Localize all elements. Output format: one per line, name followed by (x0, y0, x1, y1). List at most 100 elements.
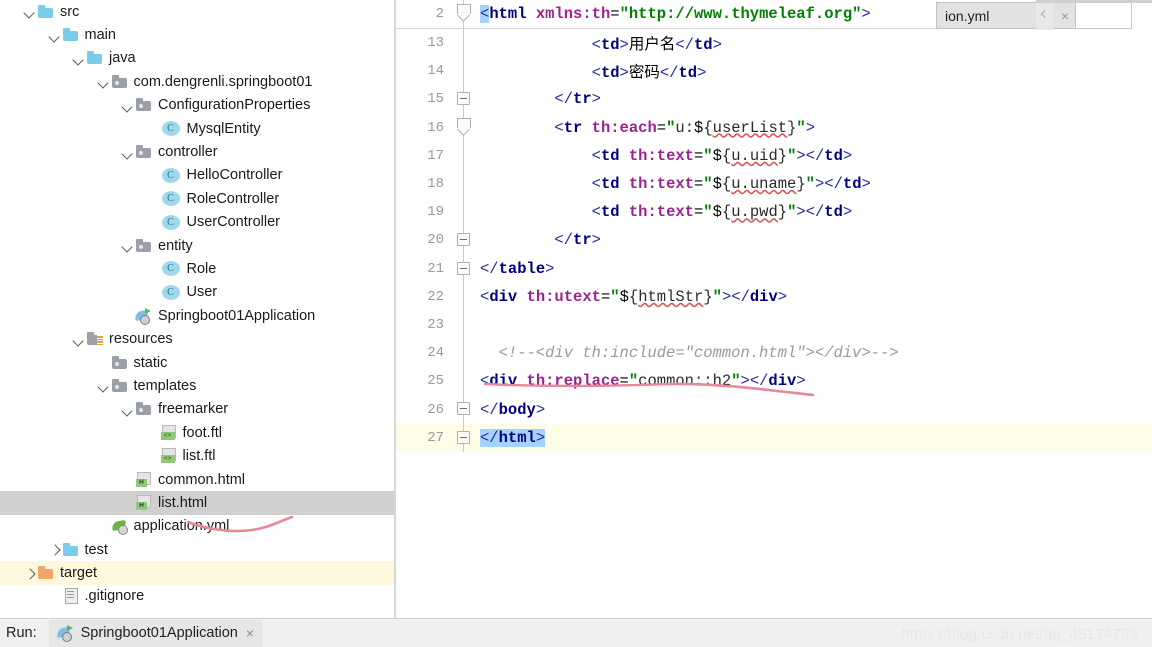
code-line-text[interactable]: <td>用户名</td> (480, 32, 722, 54)
code-line[interactable]: 14 <td>密码</td> (396, 57, 1152, 86)
code-line-text[interactable]: <div th:utext="${htmlStr}"></div> (480, 288, 787, 306)
code-line[interactable]: 17 <td th:text="${u.uid}"></td> (396, 141, 1152, 170)
code-line-text[interactable]: <td th:text="${u.uid}"></td> (480, 147, 853, 165)
tree-item-configurationproperties[interactable]: ConfigurationProperties (0, 94, 396, 117)
tree-item-static[interactable]: static (0, 351, 396, 374)
tree-item-target[interactable]: target (0, 561, 396, 585)
tree-item-templates[interactable]: templates (0, 374, 396, 397)
run-configuration-tab[interactable]: Springboot01Application × (48, 619, 263, 647)
chevron-down-icon[interactable] (120, 94, 135, 117)
code-line-text[interactable]: </body> (480, 401, 545, 419)
fold-collapse-icon[interactable] (457, 233, 470, 247)
code-line[interactable]: 25 <div th:replace="common::h2"></div> (396, 367, 1152, 396)
fold-gutter[interactable] (456, 57, 472, 86)
code-line[interactable]: 18 <td th:text="${u.uname}"></td> (396, 169, 1152, 199)
code-line[interactable]: 27 </html> (396, 423, 1152, 452)
tree-item-java[interactable]: java (0, 47, 396, 70)
folder-icon (37, 3, 55, 21)
tree-item-springboot01application[interactable]: Springboot01Application (0, 304, 396, 327)
chevron-left-icon[interactable] (1036, 0, 1054, 30)
chevron-right-icon[interactable] (22, 562, 37, 585)
code-line-text[interactable]: </tr> (480, 231, 601, 249)
fold-arrow-icon[interactable] (457, 4, 471, 17)
tree-item-main[interactable]: main (0, 23, 396, 46)
fold-arrow-icon[interactable] (457, 117, 471, 131)
tree-item-controller[interactable]: controller (0, 140, 396, 163)
code-line-text[interactable]: </table> (480, 260, 554, 278)
chevron-down-icon[interactable] (120, 398, 135, 421)
code-line-text[interactable]: </html> (480, 428, 546, 447)
chevron-down-icon[interactable] (120, 141, 135, 164)
chevron-down-icon[interactable] (96, 374, 111, 397)
fold-gutter[interactable] (456, 169, 472, 199)
code-line[interactable]: 26 </body> (396, 395, 1152, 424)
code-line-text[interactable]: <html xmlns:th="http://www.thymeleaf.org… (480, 5, 871, 23)
tree-item-user[interactable]: C User (0, 281, 396, 304)
tree-item-application-yml[interactable]: application.yml (0, 515, 396, 538)
code-line[interactable]: 16 <tr th:each="u:${userList}"> (396, 113, 1152, 142)
code-line[interactable]: 13 <td>用户名</td> (396, 29, 1152, 58)
code-line[interactable]: 20 </tr> (396, 226, 1152, 255)
code-line-text[interactable]: <!--<div th:include="common.html"></div>… (480, 344, 899, 362)
editor-tab-application-yml[interactable]: ion.yml × (936, 2, 1076, 29)
fold-collapse-icon[interactable] (457, 261, 470, 275)
chevron-right-icon[interactable] (47, 538, 62, 561)
project-tree[interactable]: src main java com.dengrenli.springboot01 Con… (0, 0, 396, 618)
code-line[interactable]: 23 (396, 310, 1152, 340)
tree-item-list-html[interactable]: Hlist.html (0, 491, 396, 515)
fold-gutter[interactable] (456, 113, 472, 142)
fold-collapse-icon[interactable] (457, 92, 470, 106)
code-line[interactable]: 22 <div th:utext="${htmlStr}"></div> (396, 282, 1152, 311)
tree-item-src[interactable]: src (0, 0, 396, 23)
tree-item-foot-ftl[interactable]: <> foot.ftl (0, 421, 396, 444)
tree-item-common-html[interactable]: Hcommon.html (0, 468, 396, 491)
code-line-text[interactable]: </tr> (480, 90, 601, 108)
fold-gutter[interactable] (456, 282, 472, 311)
code-lines-container[interactable]: 13 <td>用户名</td> 14 <td>密码</td> 15 </tr> 16 … (396, 29, 1152, 618)
tree-item-freemarker[interactable]: freemarker (0, 398, 396, 421)
tree-item-list-ftl[interactable]: <> list.ftl (0, 444, 396, 467)
chevron-down-icon[interactable] (71, 328, 86, 351)
tree-item-role[interactable]: C Role (0, 257, 396, 280)
fold-gutter[interactable] (456, 29, 472, 58)
fold-gutter[interactable] (456, 367, 472, 396)
tree-item-mysqlentity[interactable]: C MysqlEntity (0, 117, 396, 140)
tree-item-com-dengrenli-springboot01[interactable]: com.dengrenli.springboot01 (0, 70, 396, 93)
code-line[interactable]: 24 <!--<div th:include="common.html"></d… (396, 339, 1152, 368)
chevron-down-icon[interactable] (120, 234, 135, 257)
tree-item-rolecontroller[interactable]: C RoleController (0, 187, 396, 210)
fold-gutter[interactable] (456, 395, 472, 424)
code-line[interactable]: 21 </table> (396, 254, 1152, 283)
code-line-text[interactable]: <tr th:each="u:${userList}"> (480, 119, 815, 137)
chevron-down-icon[interactable] (22, 0, 37, 23)
fold-gutter[interactable] (456, 254, 472, 283)
chevron-down-icon[interactable] (96, 70, 111, 93)
code-line-text[interactable]: <div th:replace="common::h2"></div> (480, 372, 806, 390)
close-icon[interactable]: × (1055, 8, 1069, 24)
tree-item-resources[interactable]: resources (0, 327, 396, 350)
tree-item-usercontroller[interactable]: C UserController (0, 211, 396, 234)
tree-item-entity[interactable]: entity (0, 234, 396, 257)
fold-gutter[interactable] (456, 0, 472, 28)
fold-collapse-icon[interactable] (457, 402, 470, 416)
fold-gutter[interactable] (456, 339, 472, 368)
code-editor[interactable]: 2 <html xmlns:th="http://www.thymeleaf.or… (396, 0, 1152, 618)
fold-gutter[interactable] (456, 226, 472, 255)
code-line-text[interactable]: <td>密码</td> (480, 60, 707, 82)
fold-gutter[interactable] (456, 198, 472, 227)
code-line-text[interactable]: <td th:text="${u.uname}"></td> (480, 175, 871, 193)
fold-collapse-icon[interactable] (457, 430, 470, 444)
fold-gutter[interactable] (456, 141, 472, 170)
chevron-down-icon[interactable] (47, 24, 62, 47)
fold-gutter[interactable] (456, 310, 472, 340)
tree-item--gitignore[interactable]: .gitignore (0, 585, 396, 608)
tree-item-hellocontroller[interactable]: C HelloController (0, 164, 396, 187)
code-line-text[interactable]: <td th:text="${u.pwd}"></td> (480, 203, 853, 221)
fold-gutter[interactable] (456, 85, 472, 114)
code-line[interactable]: 15 </tr> (396, 85, 1152, 114)
tree-item-test[interactable]: test (0, 538, 396, 561)
fold-gutter[interactable] (456, 423, 472, 452)
close-icon[interactable]: × (246, 625, 254, 641)
chevron-down-icon[interactable] (71, 47, 86, 70)
code-line[interactable]: 19 <td th:text="${u.pwd}"></td> (396, 198, 1152, 227)
